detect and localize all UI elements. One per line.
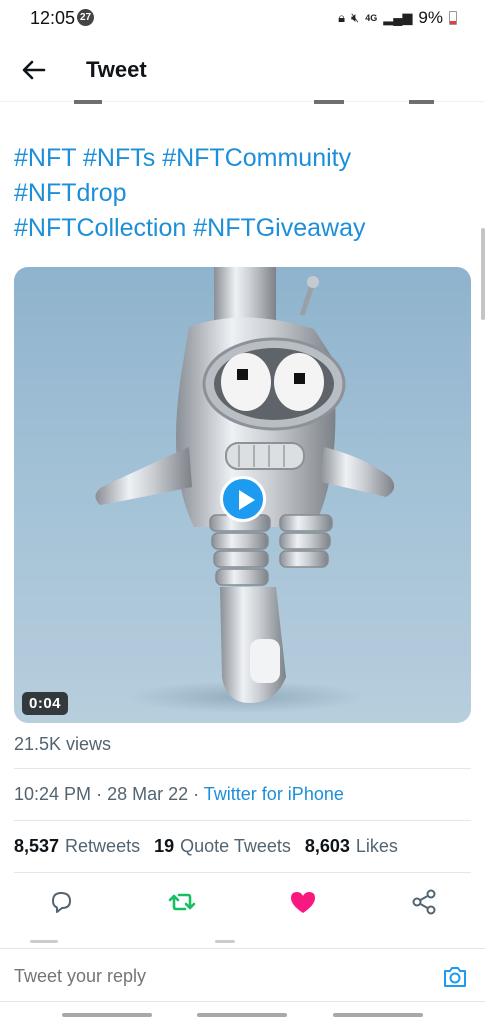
- tweet-date[interactable]: 28 Mar 22: [107, 784, 188, 804]
- nav-home-button[interactable]: [197, 1013, 287, 1017]
- comment-icon: [52, 892, 71, 913]
- like-button[interactable]: [286, 885, 320, 919]
- arrow-left-icon: [22, 60, 46, 80]
- hashtag-link[interactable]: #NFTdrop: [14, 179, 127, 207]
- heart-icon: [291, 892, 315, 913]
- camera-button[interactable]: [441, 963, 469, 991]
- retweets-count: 8,537: [14, 836, 60, 856]
- view-count: 21.5K views: [14, 734, 112, 754]
- hashtag-link[interactable]: #NFTCommunity: [162, 144, 351, 172]
- lock-icon: 🔒︎: [338, 10, 345, 25]
- reply-button[interactable]: [44, 885, 78, 919]
- play-button[interactable]: [220, 476, 266, 522]
- divider: [14, 820, 471, 821]
- quote-tweets-label: Quote Tweets: [180, 836, 291, 856]
- separator: ·: [193, 784, 204, 804]
- hashtag-link[interactable]: #NFT: [14, 144, 76, 172]
- battery-icon: [449, 11, 457, 25]
- nav-recents-button[interactable]: [62, 1013, 152, 1017]
- hashtag-link[interactable]: #NFTCollection: [14, 214, 186, 242]
- camera-icon: [444, 967, 466, 987]
- status-icons: 🔒︎ 🔇︎ 4G ▂▄▆ 9%: [338, 8, 457, 28]
- battery-percent: 9%: [418, 8, 443, 27]
- divider: [14, 872, 471, 873]
- tweet-time[interactable]: 10:24 PM: [14, 784, 91, 804]
- network-type: 4G: [365, 12, 378, 23]
- engagement-stats: 8,537 Retweets 19 Quote Tweets 8,603 Likes: [14, 836, 398, 857]
- retweet-icon: [168, 893, 196, 911]
- tweet-actions: [0, 885, 485, 919]
- separator: ·: [96, 784, 108, 804]
- retweet-button[interactable]: [165, 885, 199, 919]
- tweet-timestamp: 10:24 PM · 28 Mar 22 · Twitter for iPhon…: [14, 784, 344, 805]
- quote-tweets-count: 19: [154, 836, 175, 856]
- system-nav-bar: [0, 1006, 485, 1024]
- notification-badge: 27: [77, 9, 94, 26]
- reply-input[interactable]: [14, 966, 414, 987]
- hashtag-link[interactable]: #NFTGiveaway: [193, 214, 365, 242]
- mute-icon: 🔇︎: [350, 10, 360, 25]
- status-time: 12:05: [30, 8, 76, 28]
- quote-tweets-stat[interactable]: 19 Quote Tweets: [154, 836, 291, 857]
- divider: [14, 768, 471, 769]
- scrollbar[interactable]: [481, 228, 485, 320]
- tweet-source-link[interactable]: Twitter for iPhone: [204, 784, 344, 804]
- hashtag-link[interactable]: #NFTs: [83, 144, 155, 172]
- share-icon: [412, 889, 436, 915]
- next-item-peek: [30, 940, 270, 946]
- back-button[interactable]: [18, 54, 50, 86]
- truncated-tweet-text: [14, 86, 474, 104]
- video-duration: 0:04: [22, 692, 69, 715]
- share-button[interactable]: [407, 885, 441, 919]
- retweets-label: Retweets: [65, 836, 141, 856]
- tweet-video[interactable]: 0:04: [14, 267, 471, 723]
- status-bar: 12:05 27 🔒︎ 🔇︎ 4G ▂▄▆ 9%: [0, 0, 485, 36]
- likes-stat[interactable]: 8,603 Likes: [305, 836, 398, 857]
- likes-label: Likes: [355, 836, 398, 856]
- tweet-hashtags: #NFT #NFTs #NFTCommunity #NFTdrop #NFTCo…: [14, 141, 474, 246]
- likes-count: 8,603: [304, 836, 350, 856]
- nav-back-button[interactable]: [333, 1013, 423, 1017]
- reply-composer: [0, 948, 485, 1002]
- signal-icon: ▂▄▆: [383, 10, 413, 25]
- page-title: Tweet: [86, 57, 147, 82]
- retweets-stat[interactable]: 8,537 Retweets: [14, 836, 140, 857]
